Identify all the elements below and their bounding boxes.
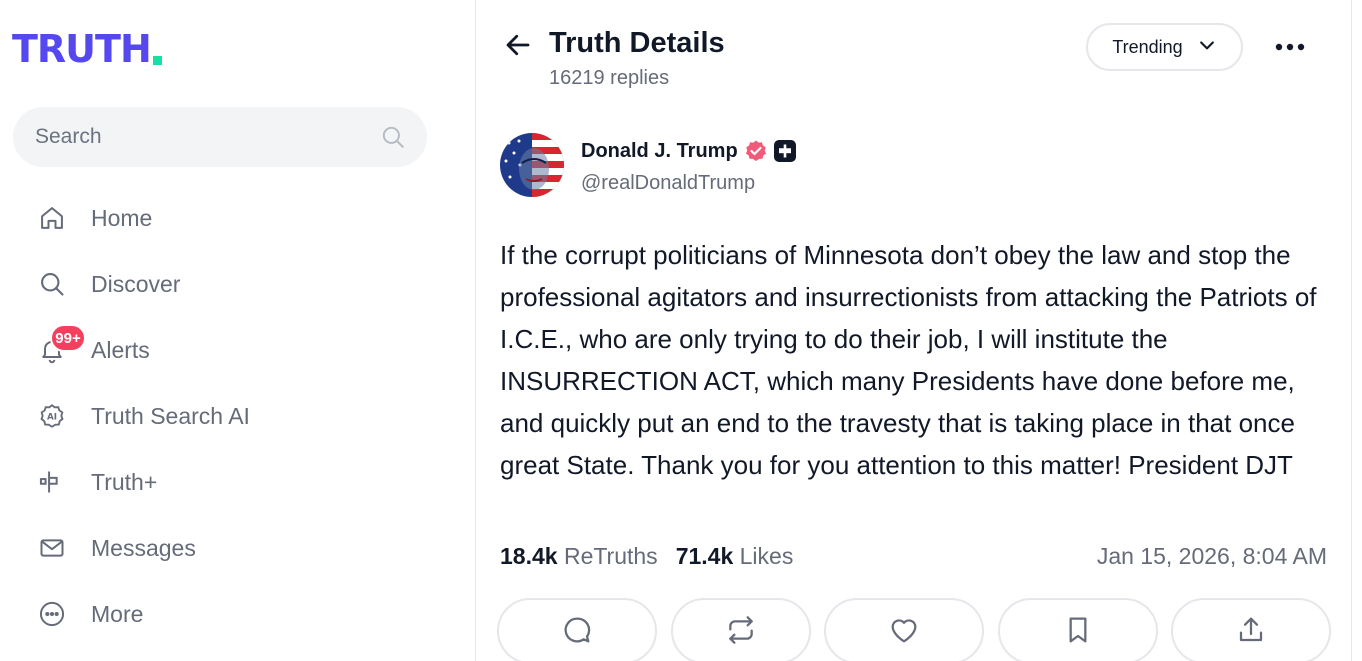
mail-icon bbox=[36, 532, 68, 564]
svg-text:AI: AI bbox=[47, 413, 57, 423]
reply-button[interactable] bbox=[497, 598, 657, 661]
nav-label: Discover bbox=[91, 270, 181, 297]
nav-item-alerts[interactable]: 99+ Alerts bbox=[36, 317, 456, 383]
retruths-stat[interactable]: 18.4k ReTruths bbox=[500, 543, 658, 570]
sort-dropdown[interactable]: Trending bbox=[1086, 23, 1243, 71]
logo-text: TRUTH bbox=[12, 27, 152, 71]
chevron-down-icon bbox=[1197, 35, 1217, 60]
retruth-icon bbox=[725, 614, 757, 649]
share-button[interactable] bbox=[1171, 598, 1331, 661]
bookmark-button[interactable] bbox=[997, 598, 1158, 661]
post-text: If the corrupt politicians of Minnesota … bbox=[500, 240, 1317, 480]
bookmark-icon bbox=[1062, 614, 1094, 649]
nav-label: Home bbox=[91, 204, 153, 231]
truth-plus-icon bbox=[36, 466, 68, 498]
truth-details-panel: Truth Details 16219 replies Trending Don… bbox=[477, 0, 1352, 661]
nav-item-more[interactable]: More bbox=[36, 581, 456, 647]
main-nav: Home Discover 99+ Alerts AI Truth Search… bbox=[36, 185, 456, 647]
reply-icon bbox=[561, 614, 593, 649]
likes-stat[interactable]: 71.4k Likes bbox=[676, 543, 794, 570]
author-handle[interactable]: @realDonaldTrump bbox=[581, 172, 755, 195]
heart-icon bbox=[888, 614, 920, 649]
retruth-button[interactable] bbox=[670, 598, 811, 661]
nav-label: More bbox=[91, 600, 144, 627]
sort-label: Trending bbox=[1112, 36, 1183, 57]
likes-label: Likes bbox=[739, 543, 794, 569]
page-title: Truth Details bbox=[549, 27, 725, 59]
back-arrow-icon[interactable] bbox=[501, 28, 535, 62]
nav-item-truth-plus[interactable]: Truth+ bbox=[36, 449, 456, 515]
reply-count: 16219 replies bbox=[549, 67, 670, 89]
nav-item-home[interactable]: Home bbox=[36, 185, 456, 251]
nav-item-truth-search-ai[interactable]: AI Truth Search AI bbox=[36, 383, 456, 449]
sidebar: TRUTH Home Discover 99+ Alerts bbox=[0, 0, 476, 661]
search-box bbox=[13, 107, 427, 167]
post-timestamp: Jan 15, 2026, 8:04 AM bbox=[1096, 543, 1327, 569]
share-icon bbox=[1235, 614, 1267, 649]
nav-label: Truth Search AI bbox=[91, 402, 250, 429]
more-circle-icon bbox=[36, 598, 68, 630]
action-bar bbox=[497, 598, 1331, 661]
truth-logo[interactable]: TRUTH bbox=[12, 30, 162, 68]
nav-label: Truth+ bbox=[91, 468, 158, 495]
like-button[interactable] bbox=[824, 598, 984, 661]
ai-icon: AI bbox=[36, 400, 68, 432]
search-icon[interactable] bbox=[379, 123, 407, 151]
post-stats: 18.4k ReTruths 71.4k Likes bbox=[500, 543, 793, 570]
retruths-count: 18.4k bbox=[500, 543, 558, 569]
home-icon bbox=[36, 202, 68, 234]
author-name-row: Donald J. Trump bbox=[581, 139, 796, 163]
avatar[interactable] bbox=[500, 133, 564, 197]
alerts-badge: 99+ bbox=[50, 324, 86, 352]
likes-count: 71.4k bbox=[675, 543, 734, 569]
logo-dot bbox=[152, 56, 162, 65]
search-input[interactable] bbox=[35, 125, 379, 149]
retruths-label: ReTruths bbox=[563, 543, 658, 569]
truth-plus-badge-icon bbox=[773, 140, 796, 162]
search-icon bbox=[36, 268, 68, 300]
nav-label: Alerts bbox=[91, 336, 150, 363]
verified-badge-icon bbox=[744, 139, 768, 163]
nav-item-discover[interactable]: Discover bbox=[36, 251, 456, 317]
author-name[interactable]: Donald J. Trump bbox=[581, 140, 738, 163]
more-options-icon[interactable] bbox=[1273, 32, 1307, 62]
nav-item-messages[interactable]: Messages bbox=[36, 515, 456, 581]
nav-label: Messages bbox=[91, 534, 196, 561]
